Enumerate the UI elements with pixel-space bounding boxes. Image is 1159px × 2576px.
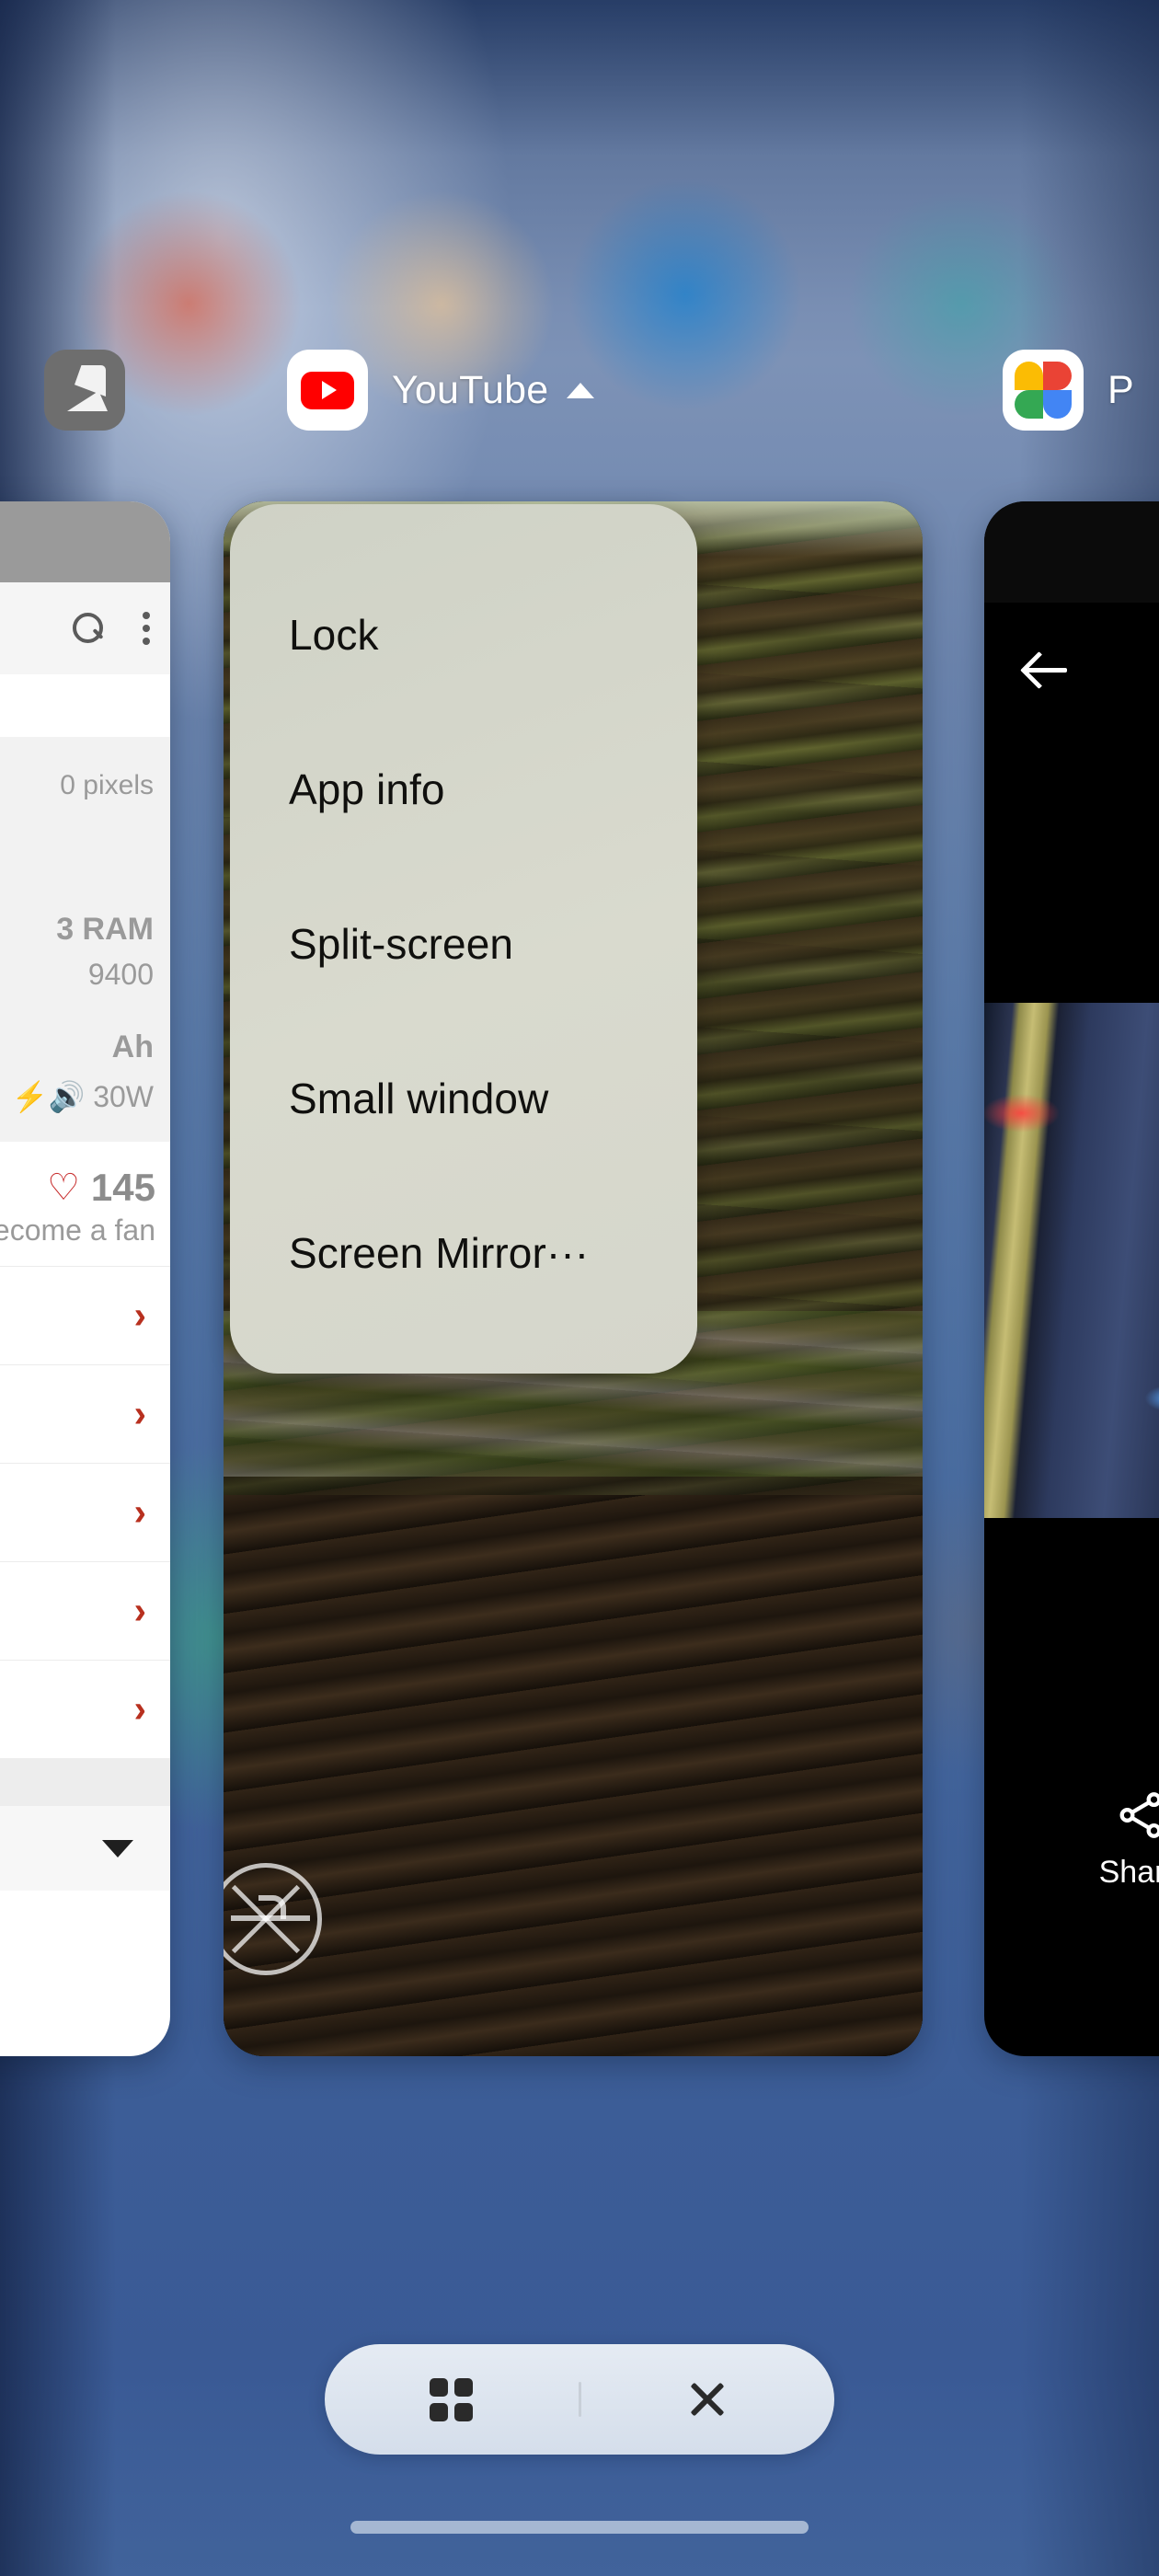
device-status-bar bbox=[0, 501, 170, 582]
fan-count: 145 bbox=[90, 1166, 155, 1209]
menu-item-screen-mirror[interactable]: Screen Mirror··· bbox=[289, 1228, 589, 1278]
share-label: Share bbox=[1098, 1855, 1159, 1890]
app-header-antutu[interactable] bbox=[44, 350, 125, 431]
caret-up-icon[interactable] bbox=[567, 382, 595, 398]
task-card-google-photos[interactable]: Share bbox=[984, 501, 1159, 2056]
list-item[interactable]: › bbox=[0, 1463, 170, 1561]
more-vertical-icon[interactable] bbox=[143, 612, 150, 645]
chevron-right-icon: › bbox=[133, 1589, 146, 1633]
menu-item-lock[interactable]: Lock bbox=[289, 610, 379, 660]
thumbnail-trunk-foreground bbox=[224, 1495, 923, 2056]
google-photos-icon[interactable] bbox=[1003, 350, 1084, 431]
clear-all-button[interactable] bbox=[581, 2378, 835, 2421]
list-item[interactable]: › bbox=[0, 1266, 170, 1364]
spec-ram: 3 RAM bbox=[56, 912, 154, 947]
heart-icon: ♡ bbox=[47, 1167, 80, 1208]
google-photos-title: P bbox=[1107, 367, 1134, 412]
caret-down-icon[interactable] bbox=[102, 1839, 133, 1857]
become-a-fan-block[interactable]: ♡ 145 Become a fan bbox=[0, 1142, 170, 1266]
device-divider-bar bbox=[0, 1758, 170, 1806]
close-x-icon bbox=[686, 2378, 729, 2421]
youtube-icon[interactable] bbox=[287, 350, 368, 431]
grid-icon bbox=[430, 2377, 474, 2421]
spec-charging: ⚡🔊 30W bbox=[12, 1079, 154, 1114]
menu-item-app-info[interactable]: App info bbox=[289, 765, 445, 814]
spec-charging-value: 30W bbox=[93, 1080, 154, 1113]
menu-item-small-window[interactable]: Small window bbox=[289, 1074, 548, 1123]
chevron-right-icon: › bbox=[133, 1392, 146, 1436]
home-indicator[interactable] bbox=[350, 2521, 809, 2534]
list-item[interactable]: › bbox=[0, 1561, 170, 1660]
photos-status-bar bbox=[984, 501, 1159, 603]
search-icon[interactable] bbox=[73, 613, 104, 644]
spec-battery: Ah bbox=[111, 1029, 154, 1064]
share-icon bbox=[1114, 1788, 1159, 1842]
app-header-google-photos[interactable]: P bbox=[1003, 350, 1134, 431]
chevron-right-icon: › bbox=[133, 1294, 146, 1338]
spec-chipset: 9400 bbox=[87, 958, 154, 991]
task-card-antutu[interactable]: 0 pixels 3 RAM 9400 Ah ⚡🔊 30W ♡ 145 Beco… bbox=[0, 501, 170, 2056]
device-app-bar bbox=[0, 582, 170, 674]
become-a-fan-label: Become a fan bbox=[0, 1213, 155, 1247]
fast-charge-icon: ⚡🔊 bbox=[11, 1080, 86, 1113]
device-spec-panel: 0 pixels 3 RAM 9400 Ah ⚡🔊 30W bbox=[0, 737, 170, 1142]
task-options-menu[interactable]: Lock App info Split-screen Small window … bbox=[230, 504, 697, 1374]
share-button[interactable]: Share bbox=[984, 1788, 1159, 1891]
list-item[interactable]: › bbox=[0, 1660, 170, 1758]
active-app-title: YouTube bbox=[392, 367, 549, 412]
menu-item-split-screen[interactable]: Split-screen bbox=[289, 919, 513, 969]
watermark-hook bbox=[258, 1895, 286, 1919]
arrow-left-icon[interactable] bbox=[1025, 649, 1067, 691]
antutu-icon[interactable] bbox=[44, 350, 125, 431]
list-item[interactable]: › bbox=[0, 1364, 170, 1463]
spec-resolution: 0 pixels bbox=[60, 770, 154, 800]
photos-image-tram bbox=[984, 1003, 1159, 1518]
app-grid-button[interactable] bbox=[325, 2377, 579, 2421]
device-spacer bbox=[0, 674, 170, 737]
app-header-youtube[interactable]: YouTube bbox=[287, 350, 595, 431]
chevron-right-icon: › bbox=[133, 1687, 146, 1731]
device-footer-expander[interactable] bbox=[0, 1806, 170, 1891]
recents-action-bar bbox=[325, 2344, 834, 2455]
chevron-right-icon: › bbox=[133, 1490, 146, 1535]
